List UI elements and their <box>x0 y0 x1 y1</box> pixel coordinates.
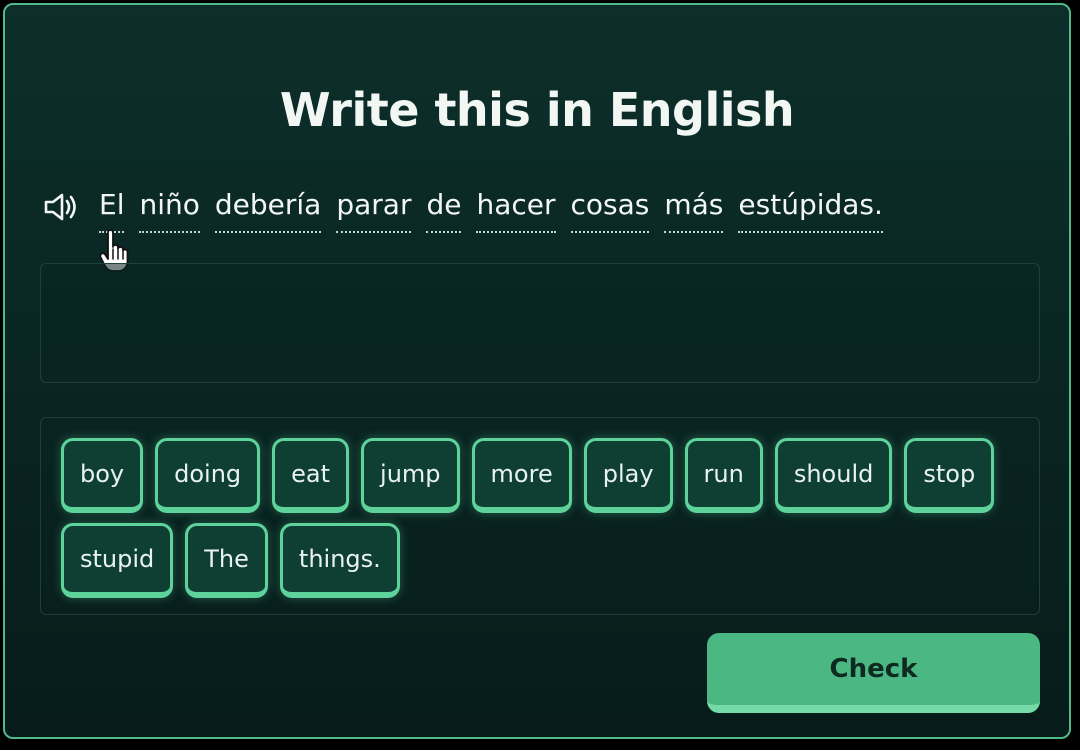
word-chip[interactable]: stupid <box>61 523 174 598</box>
word-chip[interactable]: boy <box>61 438 144 513</box>
word-bank: boy doing eat jump more play run should … <box>40 417 1040 615</box>
word-chip[interactable]: should <box>774 438 893 513</box>
prompt-word[interactable]: debería <box>214 185 322 233</box>
prompt-word[interactable]: El <box>99 185 125 233</box>
word-chip[interactable]: things. <box>279 523 400 598</box>
speaker-icon[interactable] <box>43 187 79 227</box>
prompt-word[interactable]: parar <box>336 185 412 233</box>
prompt-word[interactable]: estúpidas. <box>738 185 883 233</box>
check-button[interactable]: Check <box>707 633 1040 713</box>
page-title: Write this in English <box>279 83 795 137</box>
prompt-word[interactable]: de <box>426 185 462 233</box>
prompt-sentence: El niño debería parar de hacer cosas más… <box>43 185 898 235</box>
prompt-word[interactable]: cosas <box>570 185 650 233</box>
exercise-card: Write this in English El niño debería pa… <box>3 3 1071 739</box>
word-chip[interactable]: stop <box>904 438 995 513</box>
prompt-word[interactable]: hacer <box>476 185 556 233</box>
word-chip[interactable]: more <box>471 438 572 513</box>
word-chip[interactable]: play <box>583 438 673 513</box>
prompt-word[interactable]: niño <box>139 185 200 233</box>
answer-drop-area[interactable] <box>40 263 1040 383</box>
word-chip[interactable]: jump <box>361 438 460 513</box>
prompt-word[interactable]: más <box>664 185 724 233</box>
word-chip[interactable]: doing <box>155 438 261 513</box>
word-chip[interactable]: run <box>684 438 763 513</box>
word-chip[interactable]: eat <box>272 438 350 513</box>
word-chip[interactable]: The <box>185 523 268 598</box>
